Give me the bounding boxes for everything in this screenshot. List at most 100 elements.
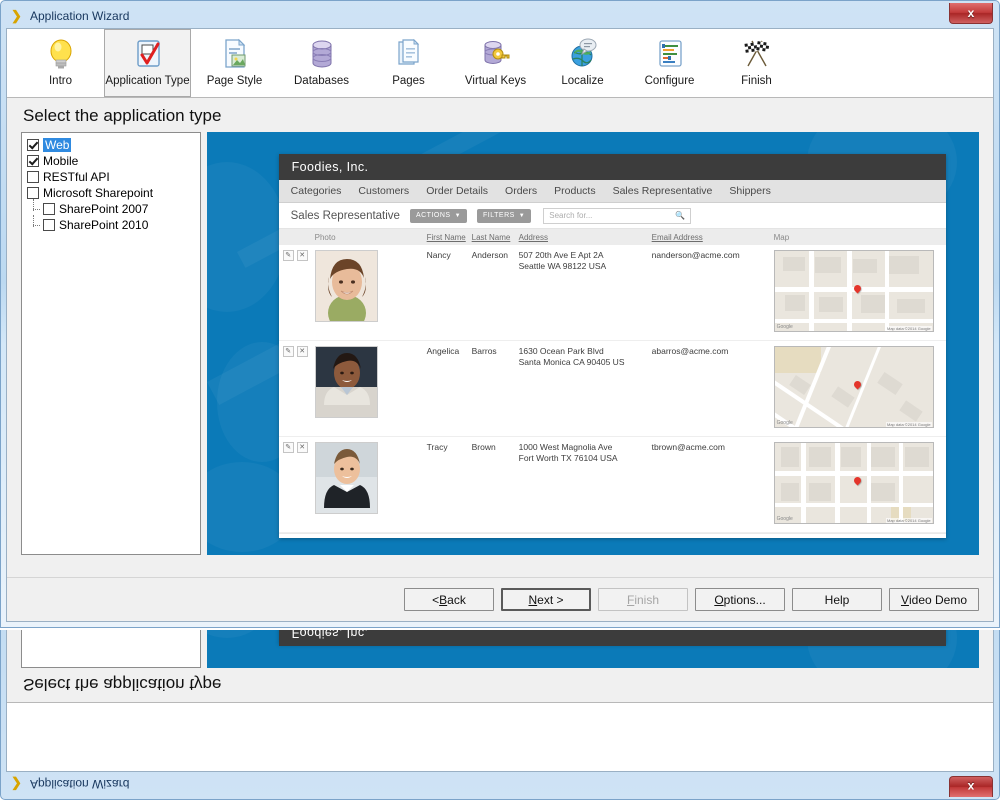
header-address[interactable]: Address [519, 233, 652, 242]
cell-last-name: Barros [472, 346, 519, 428]
toolbar-item-label: Databases [294, 75, 349, 87]
checkbox-icon[interactable] [27, 155, 39, 167]
checkbox-icon[interactable] [43, 219, 55, 231]
tree-item-label: Microsoft Sharepoint [43, 186, 153, 200]
mirrored-window-reflection: ❯ Application Wizard x Select the applic… [0, 630, 1000, 800]
nav-item-orders[interactable]: Orders [505, 185, 537, 197]
client-area: Intro Application Type [6, 28, 994, 622]
nav-item-order-details[interactable]: Order Details [426, 185, 488, 197]
toolbar-item-pages[interactable]: Pages [365, 29, 452, 97]
app-brand-title: Foodies, Inc. [292, 160, 369, 174]
reflected-page-title: Select the application type [7, 668, 993, 702]
application-wizard-window: ❯ Application Wizard x Intro [0, 0, 1000, 628]
map-pin-icon [852, 475, 862, 485]
tree-item-restful-api[interactable]: RESTful API [25, 169, 197, 185]
toolbar-item-label: Page Style [207, 75, 263, 87]
edit-row-button[interactable]: ✎ [283, 346, 294, 357]
toolbar-item-virtual-keys[interactable]: Virtual Keys [452, 29, 539, 97]
chevron-down-icon: ▼ [455, 213, 461, 219]
toolbar-item-label: Virtual Keys [465, 75, 526, 87]
finish-button: Finish [598, 588, 688, 611]
filters-button[interactable]: FILTERS ▼ [477, 209, 531, 223]
cell-first-name: Tracy [427, 442, 472, 524]
search-input[interactable]: Search for... 🔍 [543, 208, 691, 224]
header-last-name[interactable]: Last Name [472, 233, 519, 242]
header-first-name[interactable]: First Name [427, 233, 472, 242]
toolbar-item-finish[interactable]: Finish [713, 29, 800, 97]
cell-email: nanderson@acme.com [652, 250, 774, 332]
preview-panel: Foodies, Inc. Categories Customers Order… [207, 132, 979, 555]
app-brand-bar: Foodies, Inc. [279, 154, 946, 180]
address-line-2: Seattle WA 98122 USA [519, 261, 652, 272]
cell-first-name: Nancy [427, 250, 472, 332]
tree-item-sharepoint-2007[interactable]: SharePoint 2007 [25, 201, 197, 217]
toolbar-item-intro[interactable]: Intro [17, 29, 104, 97]
next-button[interactable]: Next > [501, 588, 591, 611]
page-title: Select the application type [7, 98, 993, 132]
table-row: ✎ ✕ [279, 245, 946, 341]
delete-row-button[interactable]: ✕ [297, 250, 308, 261]
delete-row-button[interactable]: ✕ [297, 442, 308, 453]
actions-button[interactable]: ACTIONS ▼ [410, 209, 467, 223]
checkbox-icon[interactable] [27, 171, 39, 183]
cell-email: abarros@acme.com [652, 346, 774, 428]
map-thumbnail[interactable]: Google Map data ©2014 Google [774, 250, 934, 332]
web-app-preview: Foodies, Inc. Categories Customers Order… [279, 154, 946, 538]
header-email-address[interactable]: Email Address [652, 233, 774, 242]
reflected-window-title: Application Wizard [30, 777, 129, 791]
nav-item-sales-representative[interactable]: Sales Representative [613, 185, 713, 197]
help-button[interactable]: Help [792, 588, 882, 611]
address-line-2: Fort Worth TX 76104 USA [519, 453, 652, 464]
tree-item-label: Mobile [43, 154, 78, 168]
nav-item-categories[interactable]: Categories [291, 185, 342, 197]
database-cylinder-icon [307, 36, 337, 72]
toolbar-item-page-style[interactable]: Page Style [191, 29, 278, 97]
tree-item-label: SharePoint 2010 [59, 218, 148, 232]
cell-address: 1000 West Magnolia Ave Fort Worth TX 761… [519, 442, 652, 524]
toolbar-item-databases[interactable]: Databases [278, 29, 365, 97]
app-sub-toolbar: Sales Representative ACTIONS ▼ FILTERS ▼… [279, 203, 946, 229]
mirror-content: ❯ Application Wizard x Select the applic… [0, 630, 1000, 800]
delete-row-button[interactable]: ✕ [297, 346, 308, 357]
nav-item-products[interactable]: Products [554, 185, 595, 197]
video-demo-button[interactable]: Video Demo [889, 588, 979, 611]
cell-email: tbrown@acme.com [652, 442, 774, 524]
database-key-icon [481, 36, 511, 72]
toolbar-item-localize[interactable]: Localize [539, 29, 626, 97]
reflected-close-button: x [949, 776, 993, 797]
toolbar-item-application-type[interactable]: Application Type [104, 29, 191, 97]
tree-item-microsoft-sharepoint[interactable]: Microsoft Sharepoint [25, 185, 197, 201]
avatar [315, 250, 378, 322]
checkbox-icon[interactable] [43, 203, 55, 215]
page-image-icon [220, 36, 250, 72]
edit-row-button[interactable]: ✎ [283, 442, 294, 453]
options-button[interactable]: Options... [695, 588, 785, 611]
reflected-title-bar: ❯ Application Wizard x [5, 773, 995, 795]
toolbar-item-label: Application Type [105, 75, 189, 87]
tree-item-label: SharePoint 2007 [59, 202, 148, 216]
application-type-tree[interactable]: Web Mobile RESTful API Microsoft Sharepo… [21, 132, 201, 555]
cell-last-name: Brown [472, 442, 519, 524]
toolbar-item-configure[interactable]: Configure [626, 29, 713, 97]
map-attribution: Map data ©2014 Google [886, 518, 932, 523]
map-thumbnail[interactable]: Google Map data ©2014 Google [774, 442, 934, 524]
filters-button-label: FILTERS [483, 212, 515, 219]
header-photo: Photo [315, 233, 427, 242]
checkbox-icon[interactable] [27, 139, 39, 151]
checkbox-icon[interactable] [27, 187, 39, 199]
reflected-preview-panel: Foodies, Inc. Categories Customers Order… [207, 630, 979, 668]
tree-item-sharepoint-2010[interactable]: SharePoint 2010 [25, 217, 197, 233]
table-header-row: Photo First Name Last Name Address Email… [279, 229, 946, 245]
nav-item-shippers[interactable]: Shippers [729, 185, 770, 197]
tree-item-web[interactable]: Web [25, 137, 197, 153]
map-thumbnail[interactable]: Google Map data ©2014 Google [774, 346, 934, 428]
toolbar-item-label: Finish [741, 75, 772, 87]
close-button[interactable]: x [949, 3, 993, 24]
back-button[interactable]: < Back [404, 588, 494, 611]
wizard-button-bar: < Back Next > Finish Options... Help Vid… [7, 577, 993, 621]
tree-item-mobile[interactable]: Mobile [25, 153, 197, 169]
edit-row-button[interactable]: ✎ [283, 250, 294, 261]
address-line-1: 1000 West Magnolia Ave [519, 442, 652, 453]
nav-item-customers[interactable]: Customers [358, 185, 409, 197]
wizard-step-toolbar: Intro Application Type [7, 29, 993, 98]
